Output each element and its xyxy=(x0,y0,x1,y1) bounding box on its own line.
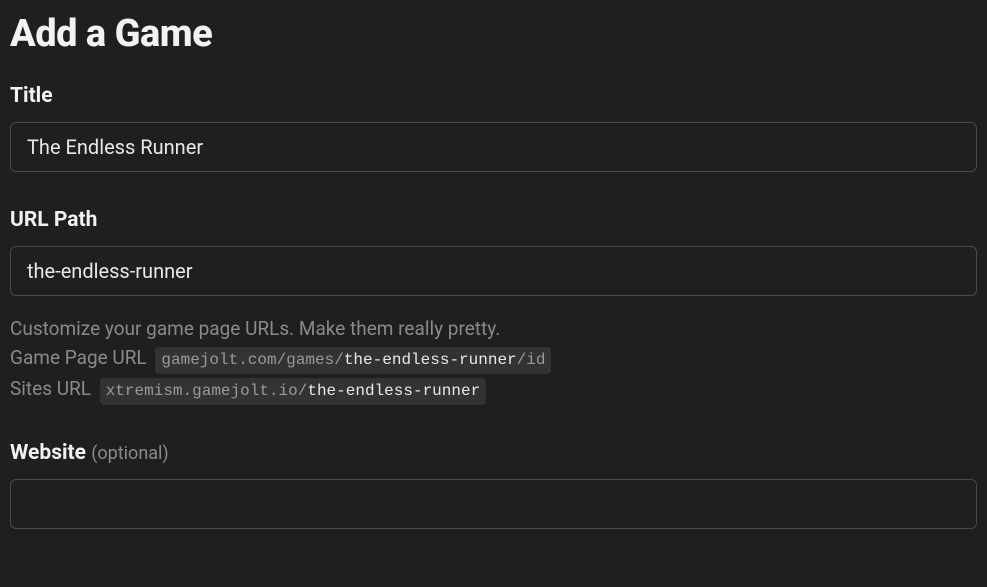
url-path-label: URL Path xyxy=(10,208,977,232)
sites-url-label: Sites URL xyxy=(10,377,91,400)
sites-url-chip: xtremism.gamejolt.io/the-endless-runner xyxy=(100,378,486,405)
sites-url-line: Sites URL xtremism.gamejolt.io/the-endle… xyxy=(10,374,977,405)
game-page-url-suffix: /id xyxy=(517,351,546,369)
page-title: Add a Game xyxy=(10,12,977,56)
title-input[interactable] xyxy=(10,122,977,172)
game-page-url-line: Game Page URL gamejolt.com/games/the-end… xyxy=(10,343,977,374)
game-page-url-chip: gamejolt.com/games/the-endless-runner/id xyxy=(155,347,551,374)
url-path-help: Customize your game page URLs. Make them… xyxy=(10,314,977,405)
url-path-field-group: URL Path Customize your game page URLs. … xyxy=(10,208,977,405)
sites-url-prefix: xtremism.gamejolt.io/ xyxy=(106,382,308,400)
game-page-url-prefix: gamejolt.com/games/ xyxy=(161,351,343,369)
website-label-text: Website xyxy=(10,441,86,465)
game-page-url-slug: the-endless-runner xyxy=(344,351,517,369)
website-optional-text: (optional) xyxy=(91,443,168,464)
website-input[interactable] xyxy=(10,479,977,529)
sites-url-slug: the-endless-runner xyxy=(307,382,480,400)
url-path-help-description: Customize your game page URLs. Make them… xyxy=(10,314,977,343)
title-label: Title xyxy=(10,84,977,108)
website-label: Website (optional) xyxy=(10,441,977,465)
game-page-url-label: Game Page URL xyxy=(10,346,147,369)
url-path-input[interactable] xyxy=(10,246,977,296)
title-field-group: Title xyxy=(10,84,977,172)
website-field-group: Website (optional) xyxy=(10,441,977,529)
